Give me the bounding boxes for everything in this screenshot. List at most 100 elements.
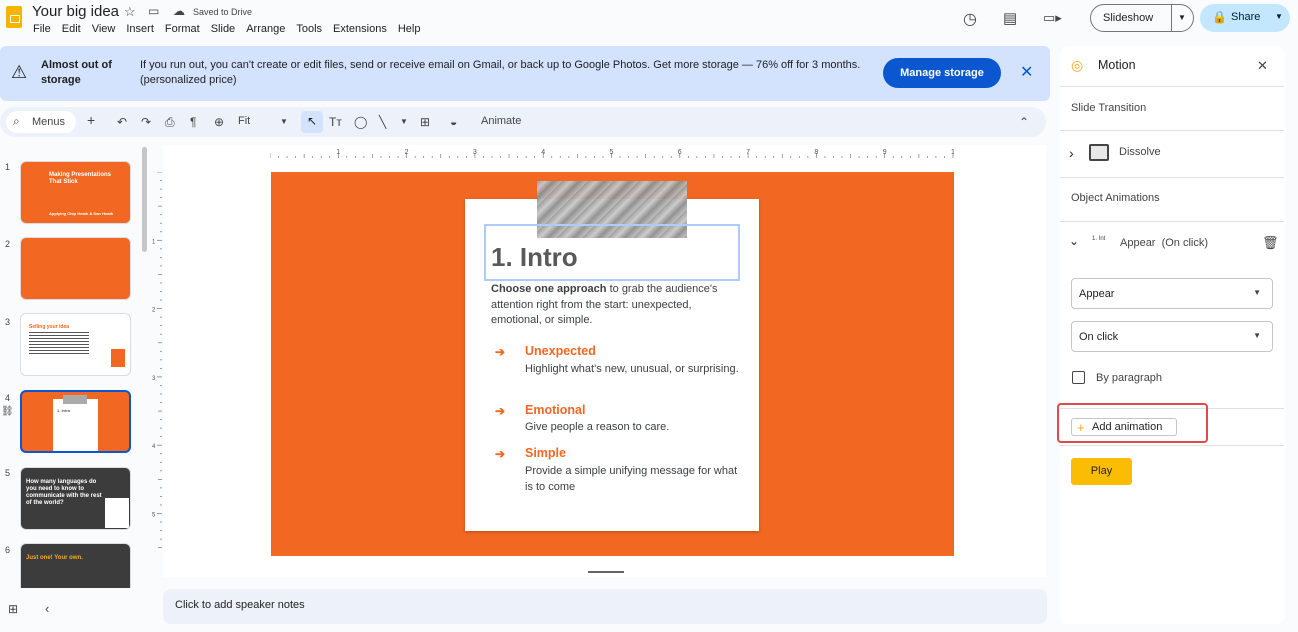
search-icon: ⌕: [13, 114, 20, 128]
horizontal-ruler[interactable]: 1 2 3 4 5 6 7 8 9 10: [270, 147, 954, 159]
close-icon[interactable]: ✕: [1257, 58, 1268, 74]
ruler-label: 1: [336, 149, 340, 156]
thumb-subtitle: Applying Chip Heath & Dan Heath: [49, 211, 114, 216]
menu-edit[interactable]: Edit: [62, 23, 81, 35]
shape-icon[interactable]: ◯: [354, 115, 367, 129]
chevron-right-icon[interactable]: ›: [1069, 145, 1074, 161]
slide-transition-label: Slide Transition: [1071, 102, 1147, 114]
banner-message: If you run out, you can't create or edit…: [140, 59, 861, 86]
menu-insert[interactable]: Insert: [126, 23, 154, 35]
toolbar: ⌕ Menus + ↶ ↷ ⎙ ¶ ⊕ Fit ▼ ↖ Tт ◯ ╲ ▼ ⊞ ◒…: [0, 107, 1046, 137]
menu-view[interactable]: View: [92, 23, 116, 35]
menu-slide[interactable]: Slide: [211, 23, 235, 35]
new-slide-icon[interactable]: +: [87, 112, 95, 128]
animate-button[interactable]: Animate: [481, 115, 521, 127]
grid-view-icon[interactable]: ⊞: [8, 602, 18, 616]
filmstrip-scrollbar[interactable]: [142, 147, 147, 252]
meet-video-icon[interactable]: ▭▸: [1043, 10, 1062, 26]
line-icon[interactable]: ╲: [379, 115, 386, 129]
menu-format[interactable]: Format: [165, 23, 200, 35]
speaker-notes-placeholder: Click to add speaker notes: [175, 599, 305, 611]
document-title[interactable]: Your big idea: [32, 3, 119, 20]
slides-logo-icon[interactable]: [6, 6, 22, 28]
comment-add-icon[interactable]: ⊞: [420, 115, 430, 129]
slide-thumbnail-1[interactable]: Making Presentations That Stick Applying…: [20, 161, 131, 224]
trash-icon[interactable]: 🗑: [1262, 235, 1279, 251]
text-box-icon[interactable]: Tт: [329, 115, 342, 129]
menu-tools[interactable]: Tools: [296, 23, 322, 35]
comments-icon[interactable]: ▤: [1003, 9, 1017, 27]
background-icon[interactable]: ◒: [450, 115, 457, 129]
share-button[interactable]: 🔒 Share ▼: [1200, 4, 1290, 32]
chevron-down-icon[interactable]: ▼: [400, 117, 408, 126]
effect-select[interactable]: Appear ▼: [1071, 278, 1273, 309]
arrow-icon: ➔: [495, 404, 506, 418]
chevron-down-icon[interactable]: ▼: [280, 117, 288, 126]
slide-number: 6: [5, 545, 11, 555]
menu-extensions[interactable]: Extensions: [333, 23, 387, 35]
bullet-title: Emotional: [525, 403, 586, 417]
play-button[interactable]: Play: [1071, 458, 1132, 485]
thumb-title: 1. Intro: [57, 408, 71, 413]
search-label: Menus: [32, 116, 66, 128]
select-tool[interactable]: ↖: [301, 111, 323, 133]
ruler-label: 8: [814, 149, 818, 156]
chevron-down-icon[interactable]: ⌄: [1069, 234, 1079, 248]
ruler-label: 4: [541, 149, 545, 156]
cursor-icon: ↖: [307, 114, 318, 128]
animation-item-label[interactable]: Appear (On click): [1120, 237, 1208, 249]
menu-arrange[interactable]: Arrange: [246, 23, 285, 35]
collapse-filmstrip-icon[interactable]: ‹: [45, 601, 49, 616]
menu-help[interactable]: Help: [398, 23, 421, 35]
slide-thumbnail-4[interactable]: 1. Intro: [20, 390, 131, 453]
ruler-label: 3: [152, 376, 156, 382]
thumb-card: [105, 498, 129, 528]
add-animation-button[interactable]: + Add animation: [1071, 418, 1177, 436]
effect-select-value: Appear: [1079, 288, 1115, 300]
slide-filmstrip: 1 Making Presentations That Stick Applyi…: [0, 148, 148, 588]
chevron-down-icon[interactable]: ▼: [1275, 12, 1283, 21]
slide-number: 5: [5, 468, 11, 478]
collapse-toolbar-icon[interactable]: ⌃: [1019, 115, 1029, 129]
close-icon[interactable]: ✕: [1020, 62, 1033, 82]
by-paragraph-checkbox[interactable]: [1072, 371, 1085, 384]
chevron-down-icon: ▼: [1253, 331, 1261, 340]
chevron-down-icon: ▼: [1253, 288, 1261, 297]
redo-icon[interactable]: ↷: [141, 115, 151, 129]
trigger-select[interactable]: On click ▼: [1071, 321, 1273, 352]
thumb-title: Selling your idea: [29, 324, 70, 330]
vertical-ruler[interactable]: 1 2 3 4 5: [152, 172, 162, 556]
zoom-icon[interactable]: ⊕: [214, 115, 224, 129]
divider: [1060, 221, 1284, 222]
slide-thumbnail-6[interactable]: Just one! Your own.: [20, 543, 131, 588]
slide-thumbnail-3[interactable]: Selling your idea: [20, 313, 131, 376]
slideshow-button[interactable]: Slideshow ▼: [1090, 4, 1194, 32]
slide-thumbnail-2[interactable]: [20, 237, 131, 300]
undo-icon[interactable]: ↶: [117, 115, 127, 129]
star-icon[interactable]: ☆: [124, 4, 136, 20]
bullet-desc: Highlight what's new, unusual, or surpri…: [525, 363, 739, 375]
notes-resize-handle[interactable]: [588, 571, 624, 573]
thumb-title: How many languages do you need to know t…: [26, 479, 102, 506]
bullet-desc: Give people a reason to care.: [525, 421, 670, 433]
zoom-select[interactable]: Fit: [238, 115, 250, 127]
ruler-label: 7: [746, 149, 750, 156]
ruler-label: 10: [951, 149, 954, 156]
arrow-icon: ➔: [495, 447, 506, 461]
speaker-notes[interactable]: Click to add speaker notes: [163, 589, 1047, 624]
chevron-down-icon[interactable]: ▼: [1178, 13, 1186, 22]
arrow-icon: ➔: [495, 345, 506, 359]
banner-title: Almost out of storage: [41, 59, 112, 86]
menu-file[interactable]: File: [33, 23, 51, 35]
ruler-label: 2: [152, 308, 156, 314]
manage-storage-button[interactable]: Manage storage: [883, 58, 1001, 88]
menus-search[interactable]: ⌕ Menus: [6, 111, 76, 133]
slide-thumbnail-5[interactable]: How many languages do you need to know t…: [20, 467, 131, 530]
print-icon[interactable]: ⎙: [165, 115, 175, 130]
warning-icon: ⚠: [11, 62, 28, 82]
divider: [1060, 130, 1284, 131]
move-folder-icon[interactable]: ▭: [148, 4, 159, 18]
version-history-icon[interactable]: ◷: [963, 9, 977, 29]
paint-format-icon[interactable]: ¶: [190, 115, 196, 129]
transition-value[interactable]: Dissolve: [1119, 146, 1161, 158]
